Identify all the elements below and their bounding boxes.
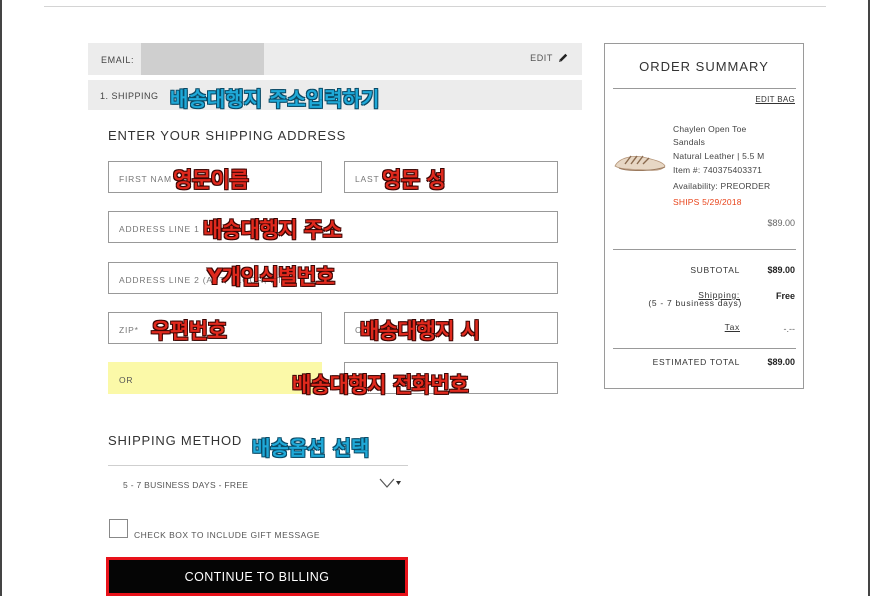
address-line-2-annotation: Y개인식별번호: [207, 265, 335, 289]
city-annotation: 배송대행지 시: [360, 319, 480, 343]
order-summary-title: ORDER SUMMARY: [639, 59, 769, 74]
summary-divider-middle: [613, 249, 796, 250]
product-item-number: Item #: 740375403371: [673, 165, 763, 175]
last-name-field[interactable]: LAST: [344, 161, 558, 193]
shipping-annotation: 배송대행지 주소입력하기: [170, 87, 380, 111]
product-thumbnail-sandal[interactable]: [611, 144, 669, 176]
first-name-annotation: 영문이름: [173, 168, 249, 192]
product-availability: Availability: PREORDER: [673, 181, 771, 191]
product-price: $89.00: [767, 218, 795, 228]
gift-message-checkbox[interactable]: [109, 519, 128, 538]
address-line-1-annotation: 배송대행지 주소: [203, 218, 342, 242]
email-label: EMAIL:: [101, 55, 135, 65]
edit-bag-link[interactable]: EDIT BAG: [755, 95, 795, 104]
shipping-method-select[interactable]: 5 - 7 BUSINESS DAYS - FREE: [108, 465, 408, 501]
shipping-method-annotation: 배송옵션 선택: [252, 436, 370, 460]
first-name-placeholder: FIRST NAM: [119, 174, 172, 184]
header-divider: [44, 6, 826, 7]
product-ship-date: SHIPS 5/29/2018: [673, 197, 742, 207]
shipping-method-value: 5 - 7 BUSINESS DAYS - FREE: [123, 480, 249, 490]
order-summary-panel: ORDER SUMMARY EDIT BAG Chaylen Open Toe …: [604, 43, 804, 389]
chevron-down-icon: [379, 478, 401, 488]
subtotal-label: SUBTOTAL: [690, 265, 740, 275]
zip-placeholder: ZIP*: [119, 325, 139, 335]
estimated-total-value: $89.00: [767, 357, 795, 367]
summary-divider-top: [613, 88, 796, 89]
address-heading: ENTER YOUR SHIPPING ADDRESS: [108, 128, 347, 143]
shipping-step-label: 1. SHIPPING: [100, 91, 159, 101]
edit-email-link[interactable]: EDIT: [530, 52, 569, 64]
continue-to-billing-button[interactable]: CONTINUE TO BILLING: [106, 557, 408, 596]
estimated-total-label: ESTIMATED TOTAL: [652, 357, 740, 367]
tax-link[interactable]: Tax: [725, 322, 740, 332]
address-line-1-placeholder: ADDRESS LINE 1: [119, 224, 200, 234]
summary-divider-bottom: [613, 348, 796, 349]
edit-label: EDIT: [530, 53, 553, 63]
shipping-method-heading: SHIPPING METHOD: [108, 433, 243, 448]
product-variant: Natural Leather | 5.5 M: [673, 151, 765, 161]
product-name-line2: Sandals: [673, 137, 706, 147]
state-field[interactable]: OR: [108, 362, 322, 394]
subtotal-value: $89.00: [767, 265, 795, 275]
last-name-annotation: 영문 성: [382, 168, 446, 192]
email-value-redacted: [141, 43, 264, 75]
pencil-icon: [559, 53, 568, 62]
email-row: EMAIL: EDIT: [88, 43, 582, 75]
phone-annotation: 배송대행지 전화번호: [292, 373, 469, 397]
zip-annotation: 우편번호: [151, 319, 227, 343]
product-name-line1: Chaylen Open Toe: [673, 124, 747, 134]
tax-value: -.--: [783, 324, 796, 334]
shipping-value: Free: [775, 291, 795, 301]
shipping-info-sub: (5 - 7 business days): [648, 298, 742, 308]
last-name-placeholder: LAST: [355, 174, 380, 184]
gift-message-label: CHECK BOX TO INCLUDE GIFT MESSAGE: [134, 530, 321, 540]
state-placeholder: OR: [119, 375, 134, 385]
